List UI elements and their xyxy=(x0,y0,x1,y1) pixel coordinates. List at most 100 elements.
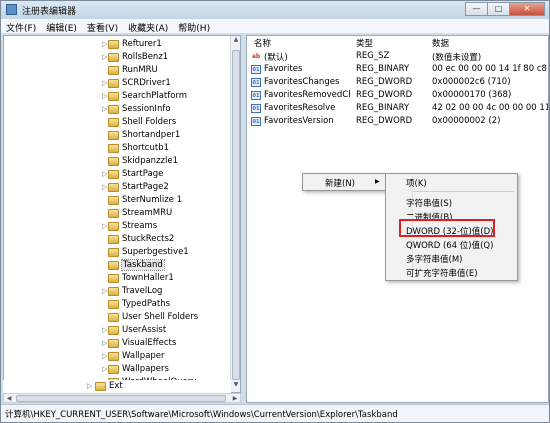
folder-icon xyxy=(108,53,119,62)
tree-item[interactable]: ▷ SCRDriver1 xyxy=(4,77,234,90)
tree-item[interactable]: RunMRU xyxy=(4,64,234,77)
tree-hscroll-thumb[interactable] xyxy=(16,395,226,402)
tree-item[interactable]: ▷ StartPage xyxy=(4,168,234,181)
tree-item[interactable]: StreamMRU xyxy=(4,207,234,220)
expand-arrow-icon[interactable]: ▷ xyxy=(102,326,107,334)
submenu-arrow-icon: ▶ xyxy=(375,178,380,185)
expand-arrow-icon[interactable]: ▷ xyxy=(102,170,107,178)
tree-item[interactable]: ▷ Refturer1 xyxy=(4,38,234,51)
title-bar[interactable]: 注册表编辑器 — □ ✕ xyxy=(1,1,549,19)
scroll-up-icon[interactable]: ▲ xyxy=(231,36,240,47)
column-type-header[interactable]: 类型 xyxy=(353,36,373,49)
tree-item[interactable]: ▷ RollsBenz1 xyxy=(4,51,234,64)
tree-item[interactable]: User Shell Folders xyxy=(4,311,234,324)
menu-item-string-value[interactable]: 字符串值(S) xyxy=(406,195,516,209)
tree-item[interactable]: ▷ SessionInfo xyxy=(4,103,234,116)
folder-icon xyxy=(108,313,119,322)
value-row[interactable]: ab (默认) REG_SZ (数值未设置) xyxy=(247,50,548,63)
tree-item[interactable]: ▷ TravelLog xyxy=(4,285,234,298)
expand-arrow-icon[interactable]: ▷ xyxy=(102,183,107,191)
tree-item[interactable]: SterNumlize 1 xyxy=(4,194,234,207)
tree-item[interactable]: ▷ SearchPlatform xyxy=(4,90,234,103)
maximize-button[interactable]: □ xyxy=(487,2,509,16)
column-data-header[interactable]: 数据 xyxy=(429,36,449,49)
expand-arrow-icon[interactable]: ▷ xyxy=(102,365,107,373)
folder-icon xyxy=(108,40,119,49)
menu-file[interactable]: 文件(F) xyxy=(1,19,41,34)
folder-icon xyxy=(108,248,119,257)
string-value-icon: ab xyxy=(251,53,261,60)
tree-vertical-scrollbar[interactable]: ▲ ▼ xyxy=(230,36,240,392)
tree-item[interactable]: Superbgestive1 xyxy=(4,246,234,259)
tree-item[interactable]: TypedPaths xyxy=(4,298,234,311)
folder-icon xyxy=(108,183,119,192)
expand-arrow-icon[interactable]: ▷ xyxy=(102,92,107,100)
menu-edit[interactable]: 编辑(E) xyxy=(41,19,82,34)
expand-arrow-icon[interactable]: ▷ xyxy=(87,382,92,390)
menu-item-key[interactable]: 项(K) xyxy=(406,175,516,189)
scroll-left-icon[interactable]: ◀ xyxy=(4,394,14,403)
expand-arrow-icon[interactable]: ▷ xyxy=(102,287,107,295)
menu-item-qword-value[interactable]: QWORD (64 位)值(Q) xyxy=(406,237,516,251)
tree-item[interactable]: Shortcutb1 xyxy=(4,142,234,155)
tree-item[interactable]: TownHaller1 xyxy=(4,272,234,285)
tree-item[interactable]: ▷ Wallpapers xyxy=(4,363,234,376)
value-row[interactable]: 01 FavoritesResolve REG_BINARY 42 02 00 … xyxy=(247,102,548,115)
folder-icon xyxy=(108,339,119,348)
expand-arrow-icon[interactable]: ▷ xyxy=(102,53,107,61)
tree-item[interactable]: StuckRects2 xyxy=(4,233,234,246)
menu-view[interactable]: 查看(V) xyxy=(82,19,123,34)
window-controls: — □ ✕ xyxy=(465,2,545,17)
status-bar: 计算机\HKEY_CURRENT_USER\Software\Microsoft… xyxy=(1,404,549,422)
menu-item-multi-string-value[interactable]: 多字符串值(M) xyxy=(406,251,516,265)
binary-value-icon: 01 xyxy=(251,91,261,100)
tree-scroll-thumb[interactable] xyxy=(232,50,240,380)
binary-value-icon: 01 xyxy=(251,104,261,113)
folder-icon xyxy=(108,105,119,114)
registry-tree-pane[interactable]: ▷ Refturer1 ▷ RollsBenz1 RunMRU ▷ SCRDriver… xyxy=(3,35,241,393)
expand-arrow-icon[interactable]: ▷ xyxy=(102,352,107,360)
binary-value-icon: 01 xyxy=(251,78,261,87)
expand-arrow-icon[interactable]: ▷ xyxy=(102,339,107,347)
value-row[interactable]: 01 FavoritesChanges REG_DWORD 0x000002c6… xyxy=(247,76,548,89)
expand-arrow-icon[interactable]: ▷ xyxy=(102,79,107,87)
folder-icon xyxy=(108,144,119,153)
folder-icon xyxy=(108,235,119,244)
folder-icon xyxy=(108,274,119,283)
value-row[interactable]: 01 FavoritesVersion REG_DWORD 0x00000002… xyxy=(247,115,548,128)
scroll-right-icon[interactable]: ▶ xyxy=(230,394,240,403)
menu-item-expandable-string-value[interactable]: 可扩充字符串值(E) xyxy=(406,265,516,279)
folder-icon xyxy=(108,222,119,231)
tree-item-parent[interactable]: ▷ Ext xyxy=(3,380,231,393)
folder-icon xyxy=(108,196,119,205)
column-name-header[interactable]: 名称 xyxy=(251,36,271,49)
menu-favorites[interactable]: 收藏夹(A) xyxy=(123,19,173,34)
tree-item[interactable]: ▷ Streams xyxy=(4,220,234,233)
tree-item[interactable]: Skidpanzzle1 xyxy=(4,155,234,168)
pane-splitter[interactable] xyxy=(242,35,245,403)
window-title: 注册表编辑器 xyxy=(22,7,77,17)
folder-icon xyxy=(108,118,119,127)
menu-bar: 文件(F) 编辑(E) 查看(V) 收藏夹(A) 帮助(H) xyxy=(1,19,549,34)
tree-item[interactable]: ▷ StartPage2 xyxy=(4,181,234,194)
menu-help[interactable]: 帮助(H) xyxy=(173,19,215,34)
value-row[interactable]: 01 Favorites REG_BINARY 00 ec 00 00 00 1… xyxy=(247,63,548,76)
menu-item-new[interactable]: 新建(N) ▶ xyxy=(325,175,385,189)
expand-arrow-icon[interactable]: ▷ xyxy=(102,105,107,113)
tree-item[interactable]: Shortandper1 xyxy=(4,129,234,142)
menu-separator xyxy=(414,191,514,192)
tree-item[interactable]: ▷ UserAssist xyxy=(4,324,234,337)
folder-icon xyxy=(108,92,119,101)
tree-horizontal-scrollbar[interactable]: ◀ ▶ xyxy=(3,393,241,403)
expand-arrow-icon[interactable]: ▷ xyxy=(102,40,107,48)
tree-item[interactable]: ▷ Wallpaper xyxy=(4,350,234,363)
tree-item[interactable]: ▷ VisualEffects xyxy=(4,337,234,350)
value-row[interactable]: 01 FavoritesRemovedCh... REG_DWORD 0x000… xyxy=(247,89,548,102)
registry-path: 计算机\HKEY_CURRENT_USER\Software\Microsoft… xyxy=(5,410,398,420)
close-button[interactable]: ✕ xyxy=(509,2,545,16)
tree-item[interactable]: Shell Folders xyxy=(4,116,234,129)
expand-arrow-icon[interactable]: ▷ xyxy=(102,222,107,230)
minimize-button[interactable]: — xyxy=(465,2,487,16)
tree-item-selected[interactable]: Taskband xyxy=(4,259,234,272)
scroll-down-icon[interactable]: ▼ xyxy=(231,381,240,392)
